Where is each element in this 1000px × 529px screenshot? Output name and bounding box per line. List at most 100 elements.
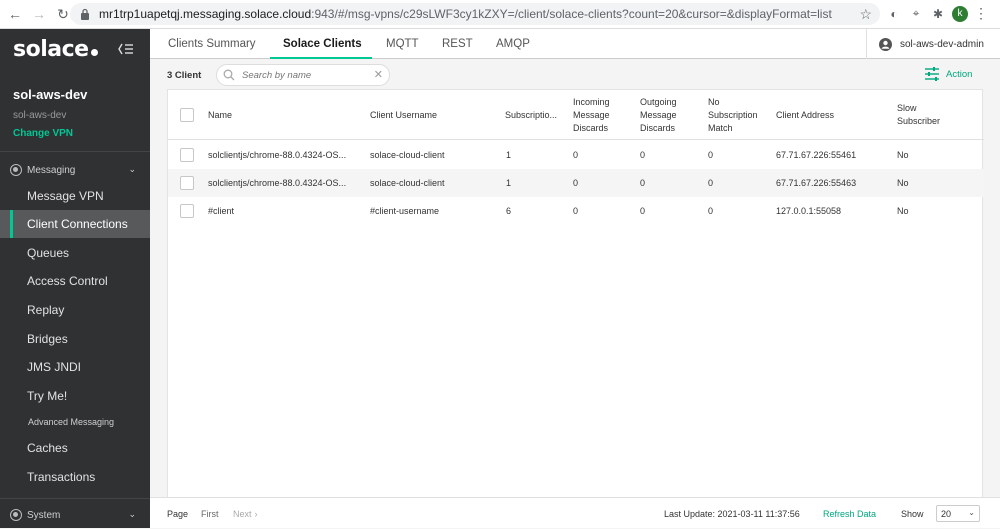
chevron-down-icon: ⌄ <box>968 508 975 517</box>
cell-name[interactable]: solclientjs/chrome-88.0.4324-OS... <box>208 169 358 197</box>
extension-target-icon[interactable]: ⌖ <box>908 6 924 22</box>
sidebar-item-access-control[interactable]: Access Control <box>0 267 150 295</box>
browser-menu-icon[interactable]: ⋮ <box>974 5 988 22</box>
cell-address: 67.71.67.226:55463 <box>776 178 857 188</box>
solace-logo: solace <box>13 37 98 62</box>
first-page-button[interactable]: First <box>201 498 219 529</box>
action-button[interactable]: Action <box>924 67 972 81</box>
row-checkbox[interactable] <box>180 148 194 162</box>
table-row[interactable]: solclientjs/chrome-88.0.4324-OS... solac… <box>168 141 984 169</box>
action-label: Action <box>946 68 973 80</box>
clear-search-icon[interactable]: ✕ <box>374 68 383 81</box>
cell-username: solace-cloud-client <box>370 150 445 160</box>
client-count: 3 Client <box>167 70 202 81</box>
column-client-address[interactable]: Client Address <box>776 90 834 140</box>
search-icon <box>223 69 235 81</box>
search-input[interactable] <box>242 69 362 81</box>
cell-incoming: 0 <box>573 150 579 160</box>
cell-outgoing: 0 <box>640 178 646 188</box>
url-path: :943/#/msg-vpns/c29sLWF3cy1kZXY=/client/… <box>311 7 832 21</box>
sidebar-item-jms-jndi[interactable]: JMS JNDI <box>0 353 150 381</box>
cell-subscriptions: 1 <box>506 178 512 188</box>
sidebar-item-try-me[interactable]: Try Me! <box>0 382 150 410</box>
cell-no-sub-match: 0 <box>708 150 714 160</box>
sidebar-item-bridges[interactable]: Bridges <box>0 325 150 353</box>
select-all-checkbox[interactable] <box>180 108 194 122</box>
sidebar-item-queues[interactable]: Queues <box>0 239 150 267</box>
messaging-icon <box>10 164 22 176</box>
messaging-section-header[interactable]: Messaging ⌄ <box>10 161 140 179</box>
tab-mqtt[interactable]: MQTT <box>386 29 419 59</box>
tab-clients-summary[interactable]: Clients Summary <box>168 29 256 59</box>
page-label: Page <box>167 508 189 519</box>
cell-incoming: 0 <box>573 206 579 216</box>
chevron-right-icon: › <box>254 508 258 519</box>
main-content: 3 Client ✕ Action Name Client Username S… <box>150 59 1000 528</box>
cell-outgoing: 0 <box>640 206 646 216</box>
table-row[interactable]: solclientjs/chrome-88.0.4324-OS... solac… <box>168 169 984 197</box>
show-label: Show <box>901 508 924 519</box>
tab-amqp[interactable]: AMQP <box>496 29 530 59</box>
column-no-subscription-match[interactable]: No Subscription Match <box>708 90 758 140</box>
column-name[interactable]: Name <box>208 90 232 140</box>
cell-name[interactable]: #client <box>208 197 358 225</box>
sidebar-item-transactions[interactable]: Transactions <box>0 463 150 491</box>
collapse-sidebar-icon[interactable] <box>118 43 134 55</box>
cell-subscriptions: 1 <box>506 150 512 160</box>
cell-name[interactable]: solclientjs/chrome-88.0.4324-OS... <box>208 141 358 169</box>
refresh-data-button[interactable]: Refresh Data <box>823 498 876 529</box>
next-page-button[interactable]: Next › <box>233 498 258 529</box>
user-name: sol-aws-dev-admin <box>900 38 984 50</box>
column-incoming-discards[interactable]: Incoming Message Discards <box>573 90 610 140</box>
cell-slow: No <box>897 150 909 160</box>
lock-icon <box>81 8 89 20</box>
page-size-value: 20 <box>941 508 952 519</box>
cell-incoming: 0 <box>573 178 579 188</box>
search-box: ✕ <box>216 64 390 86</box>
change-vpn-link[interactable]: Change VPN <box>13 128 73 139</box>
table-row[interactable]: #client #client-username 6 0 0 0 127.0.0… <box>168 197 984 225</box>
sidebar: solace sol-aws-dev sol-aws-dev Change VP… <box>0 29 150 528</box>
divider <box>0 151 150 152</box>
sidebar-item-replay[interactable]: Replay <box>0 296 150 324</box>
tab-solace-clients[interactable]: Solace Clients <box>283 29 362 59</box>
vpn-title: sol-aws-dev <box>13 87 88 102</box>
cell-no-sub-match: 0 <box>708 206 714 216</box>
footer-bar: Page First Next › Last Update: 2021-03-11… <box>150 497 1000 528</box>
row-checkbox[interactable] <box>180 176 194 190</box>
extension-circle-icon[interactable]: ◐ <box>886 6 902 22</box>
system-section-header[interactable]: System ⌄ <box>10 506 140 524</box>
sidebar-item-message-vpn[interactable]: Message VPN <box>0 182 150 210</box>
vpn-subtitle: sol-aws-dev <box>13 110 67 121</box>
tab-rest[interactable]: REST <box>442 29 473 59</box>
user-account-icon <box>879 37 892 51</box>
last-update: Last Update: 2021-03-11 11:37:56 <box>664 508 800 519</box>
back-arrow-icon[interactable]: ← <box>6 5 24 23</box>
column-outgoing-discards[interactable]: Outgoing Message Discards <box>640 90 677 140</box>
profile-avatar[interactable]: k <box>952 5 968 22</box>
column-client-username[interactable]: Client Username <box>370 90 437 140</box>
sidebar-item-client-connections[interactable]: Client Connections <box>0 210 150 238</box>
sidebar-item-caches[interactable]: Caches <box>0 434 150 462</box>
address-bar[interactable]: mr1trp1uapetqj.messaging.solace.cloud:94… <box>70 3 880 25</box>
system-section-label: System <box>27 509 61 521</box>
row-checkbox[interactable] <box>180 204 194 218</box>
user-menu[interactable]: sol-aws-dev-admin <box>866 29 1000 59</box>
browser-toolbar: ← → ↻ mr1trp1uapetqj.messaging.solace.cl… <box>0 0 1000 29</box>
column-slow-subscriber[interactable]: Slow Subscriber <box>897 90 940 140</box>
bookmark-star-icon[interactable]: ☆ <box>859 6 872 23</box>
cell-slow: No <box>897 206 909 216</box>
table-header: Name Client Username Subscriptio... Inco… <box>168 90 984 140</box>
cell-username: #client-username <box>370 206 440 216</box>
cell-address: 67.71.67.226:55461 <box>776 150 857 160</box>
clients-table: Name Client Username Subscriptio... Inco… <box>167 89 984 507</box>
sidebar-item-advanced-messaging[interactable]: Advanced Messaging <box>0 408 150 436</box>
forward-arrow-icon[interactable]: → <box>30 5 48 23</box>
puzzle-icon[interactable]: ✱ <box>930 6 946 22</box>
cell-outgoing: 0 <box>640 150 646 160</box>
page-size-select[interactable]: 20 ⌄ <box>936 505 980 522</box>
column-subscriptions[interactable]: Subscriptio... <box>505 90 557 140</box>
tab-bar: Clients Summary Solace Clients MQTT REST… <box>150 29 1000 59</box>
cell-username: solace-cloud-client <box>370 178 445 188</box>
cell-subscriptions: 6 <box>506 206 512 216</box>
